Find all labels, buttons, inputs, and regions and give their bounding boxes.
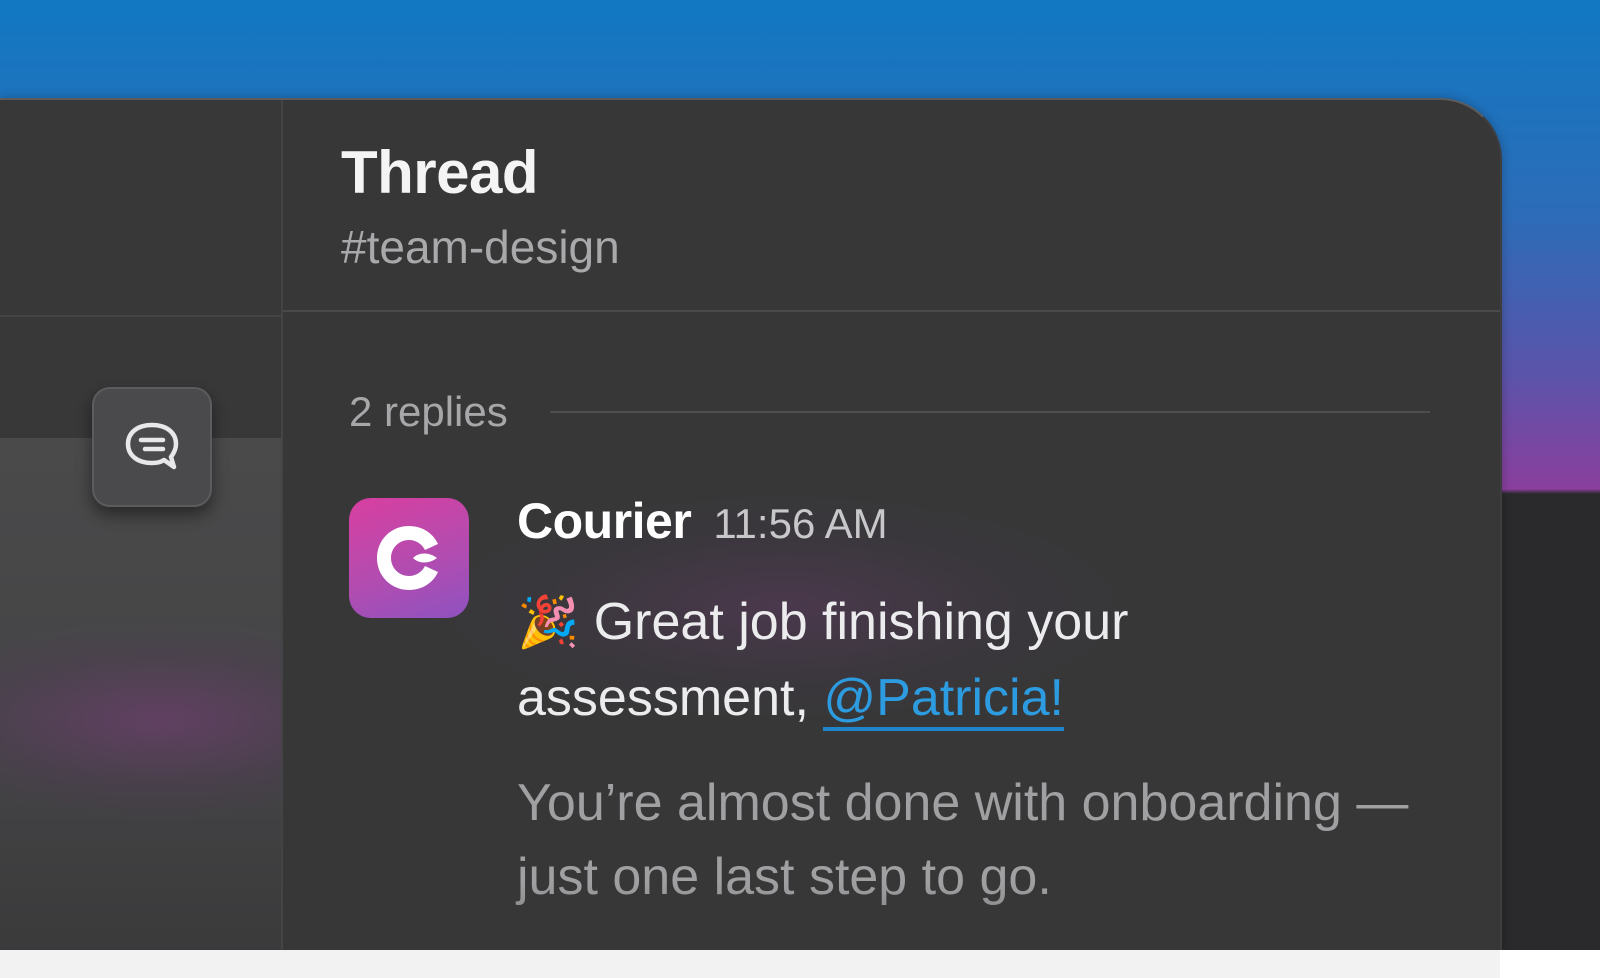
left-panel-glow [0,620,281,820]
thread-bubble-icon [125,422,179,470]
bottom-strip-right [1500,950,1600,978]
thread-panel: Thread #team-design 2 replies Courier 11… [283,100,1500,952]
left-panel [0,100,283,952]
party-popper-icon: 🎉 [517,593,580,651]
thread-button[interactable] [92,387,212,507]
replies-divider: 2 replies [349,382,1430,442]
message-text: 🎉 Great job finishing your assessment, @… [517,584,1417,736]
message-timestamp[interactable]: 11:56 AM [713,500,887,548]
replies-divider-line [549,411,1430,413]
thread-body: 2 replies Courier 11:56 AM 🎉 Great job f… [283,312,1500,952]
slack-window: Thread #team-design 2 replies Courier 11… [0,98,1502,952]
user-mention[interactable]: @Patricia! [823,669,1064,731]
app-stage: Thread #team-design 2 replies Courier 11… [0,0,1600,978]
bottom-strip [0,950,1500,978]
left-panel-header [0,100,281,317]
sender-name[interactable]: Courier [517,492,692,550]
thread-title: Thread [341,139,539,206]
message-header: Courier 11:56 AM [517,492,888,550]
courier-avatar[interactable] [349,498,469,618]
thread-channel-name[interactable]: #team-design [341,220,620,274]
courier-logo-icon [377,526,438,590]
thread-fade [283,882,1500,952]
thread-header: Thread #team-design [283,100,1500,312]
replies-count: 2 replies [349,388,508,435]
